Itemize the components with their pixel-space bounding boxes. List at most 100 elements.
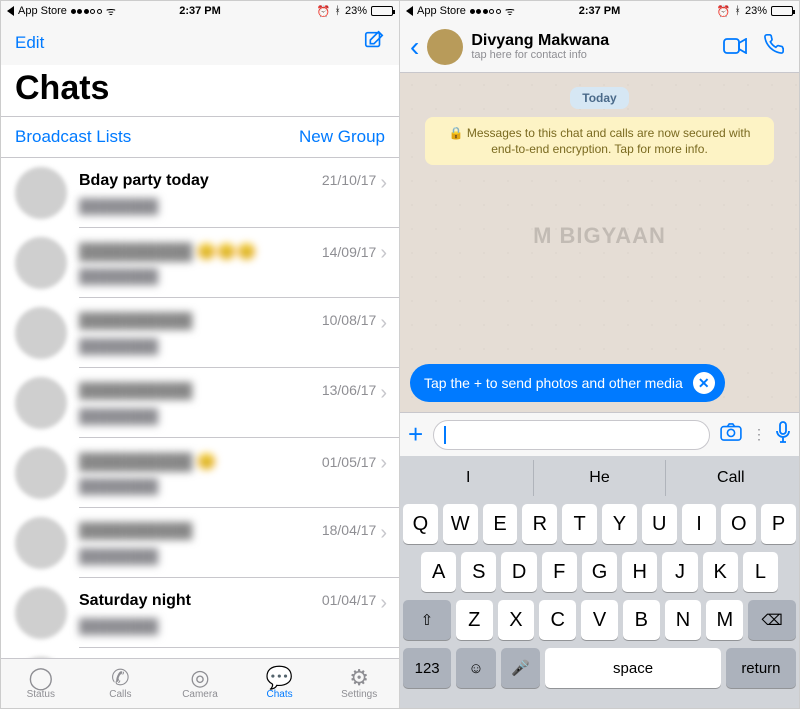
signal-strength-icon	[470, 9, 501, 14]
chevron-right-icon: ›	[380, 172, 387, 195]
key-row-2: ASDFGHJKL	[403, 552, 796, 592]
chat-row[interactable]: Bday party today21/10/17›████████	[1, 158, 399, 228]
prediction-2[interactable]: He	[534, 460, 665, 496]
key-k[interactable]: K	[703, 552, 738, 592]
tab-chats[interactable]: 💬Chats	[240, 659, 320, 708]
encryption-notice[interactable]: 🔒 Messages to this chat and calls are no…	[425, 117, 774, 165]
key-l[interactable]: L	[743, 552, 778, 592]
conversation-body: Today 🔒 Messages to this chat and calls …	[400, 73, 799, 412]
key-s[interactable]: S	[461, 552, 496, 592]
chat-preview: ████████	[79, 548, 387, 564]
chat-row[interactable]: ██████████13/06/17›████████	[1, 368, 399, 438]
status-bar: App Store ᯤ 2:37 PM ⏰ ᚼ 23%	[1, 1, 399, 21]
key-dictate[interactable]: 🎤	[501, 648, 541, 688]
hint-close-icon[interactable]: ✕	[693, 372, 715, 394]
edit-button[interactable]: Edit	[15, 33, 44, 53]
key-⇧[interactable]: ⇧	[403, 600, 451, 640]
status-back-target[interactable]: App Store	[18, 5, 67, 17]
tab-bar: ◯Status ✆Calls ◎Camera 💬Chats ⚙Settings	[1, 658, 399, 708]
page-title: Chats	[1, 65, 399, 116]
chat-avatar	[15, 237, 67, 289]
key-row-4: 123 ☺ 🎤 space return	[403, 648, 796, 688]
voice-call-button[interactable]	[759, 33, 789, 61]
hint-text: Tap the + to send photos and other media	[424, 375, 683, 391]
key-return[interactable]: return	[726, 648, 796, 688]
key-g[interactable]: G	[582, 552, 617, 592]
chat-preview: ████████	[79, 198, 387, 214]
voice-message-button[interactable]	[775, 421, 791, 449]
chat-row[interactable]: ██████████ 😊😊😊14/09/17›████████	[1, 228, 399, 298]
key-h[interactable]: H	[622, 552, 657, 592]
key-o[interactable]: O	[721, 504, 756, 544]
chat-row[interactable]: ██████████ 😊01/05/17›████████	[1, 438, 399, 508]
key-i[interactable]: I	[682, 504, 717, 544]
tab-settings[interactable]: ⚙Settings	[319, 659, 399, 708]
video-call-button[interactable]	[719, 34, 751, 60]
key-j[interactable]: J	[662, 552, 697, 592]
chat-row[interactable]: ██████████10/08/17›████████	[1, 298, 399, 368]
key-v[interactable]: V	[581, 600, 618, 640]
tab-settings-label: Settings	[341, 689, 377, 700]
key-c[interactable]: C	[539, 600, 576, 640]
key-row-1: QWERTYUIOP	[403, 504, 796, 544]
chat-row[interactable]: HIMYM re cast 😜25/03/17›████████	[1, 648, 399, 658]
new-group-link[interactable]: New Group	[299, 127, 385, 147]
chat-avatar	[15, 587, 67, 639]
wifi-icon: ᯤ	[106, 4, 116, 19]
key-m[interactable]: M	[706, 600, 743, 640]
contact-header[interactable]: Divyang Makwana tap here for contact inf…	[471, 32, 711, 62]
key-a[interactable]: A	[421, 552, 456, 592]
key-u[interactable]: U	[642, 504, 677, 544]
message-input[interactable]	[433, 420, 710, 450]
keyboard[interactable]: I He Call QWERTYUIOP ASDFGHJKL ⇧ZXCVBNM⌫…	[400, 456, 799, 708]
wifi-icon: ᯤ	[505, 4, 515, 19]
contact-avatar[interactable]	[427, 29, 463, 65]
chat-preview: ████████	[79, 338, 387, 354]
key-x[interactable]: X	[498, 600, 535, 640]
conversation-navbar: ‹ Divyang Makwana tap here for contact i…	[400, 21, 799, 73]
more-icon: ⋮	[752, 426, 765, 443]
key-d[interactable]: D	[501, 552, 536, 592]
media-hint-bubble[interactable]: Tap the + to send photos and other media…	[410, 364, 725, 402]
chats-navbar: Edit	[1, 21, 399, 65]
chat-preview: ████████	[79, 618, 387, 634]
chat-date: 01/04/17	[322, 592, 377, 608]
key-space[interactable]: space	[545, 648, 721, 688]
chat-avatar	[15, 167, 67, 219]
chat-date: 18/04/17	[322, 522, 377, 538]
chevron-right-icon: ›	[380, 242, 387, 265]
key-e[interactable]: E	[483, 504, 518, 544]
key-numbers[interactable]: 123	[403, 648, 451, 688]
key-q[interactable]: Q	[403, 504, 438, 544]
tab-camera[interactable]: ◎Camera	[160, 659, 240, 708]
calls-icon: ✆	[111, 667, 129, 689]
camera-button[interactable]	[720, 423, 742, 447]
tab-status[interactable]: ◯Status	[1, 659, 81, 708]
key-p[interactable]: P	[761, 504, 796, 544]
tab-calls[interactable]: ✆Calls	[81, 659, 161, 708]
date-badge: Today	[570, 87, 628, 109]
compose-icon[interactable]	[363, 29, 385, 56]
key-n[interactable]: N	[665, 600, 702, 640]
prediction-3[interactable]: Call	[666, 460, 796, 496]
back-button[interactable]: ‹	[410, 31, 419, 63]
key-w[interactable]: W	[443, 504, 478, 544]
key-f[interactable]: F	[542, 552, 577, 592]
key-b[interactable]: B	[623, 600, 660, 640]
alarm-icon: ⏰	[717, 5, 731, 18]
key-r[interactable]: R	[522, 504, 557, 544]
chat-row[interactable]: ██████████18/04/17›████████	[1, 508, 399, 578]
key-emoji[interactable]: ☺	[456, 648, 496, 688]
attach-button[interactable]: +	[408, 419, 423, 450]
tab-status-label: Status	[27, 689, 55, 700]
status-back-target[interactable]: App Store	[417, 5, 466, 17]
chat-name: ██████████	[79, 312, 322, 330]
key-⌫[interactable]: ⌫	[748, 600, 796, 640]
prediction-1[interactable]: I	[403, 460, 534, 496]
tab-calls-label: Calls	[109, 689, 131, 700]
broadcast-lists-link[interactable]: Broadcast Lists	[15, 127, 131, 147]
chat-row[interactable]: Saturday night01/04/17›████████	[1, 578, 399, 648]
key-t[interactable]: T	[562, 504, 597, 544]
key-z[interactable]: Z	[456, 600, 493, 640]
key-y[interactable]: Y	[602, 504, 637, 544]
